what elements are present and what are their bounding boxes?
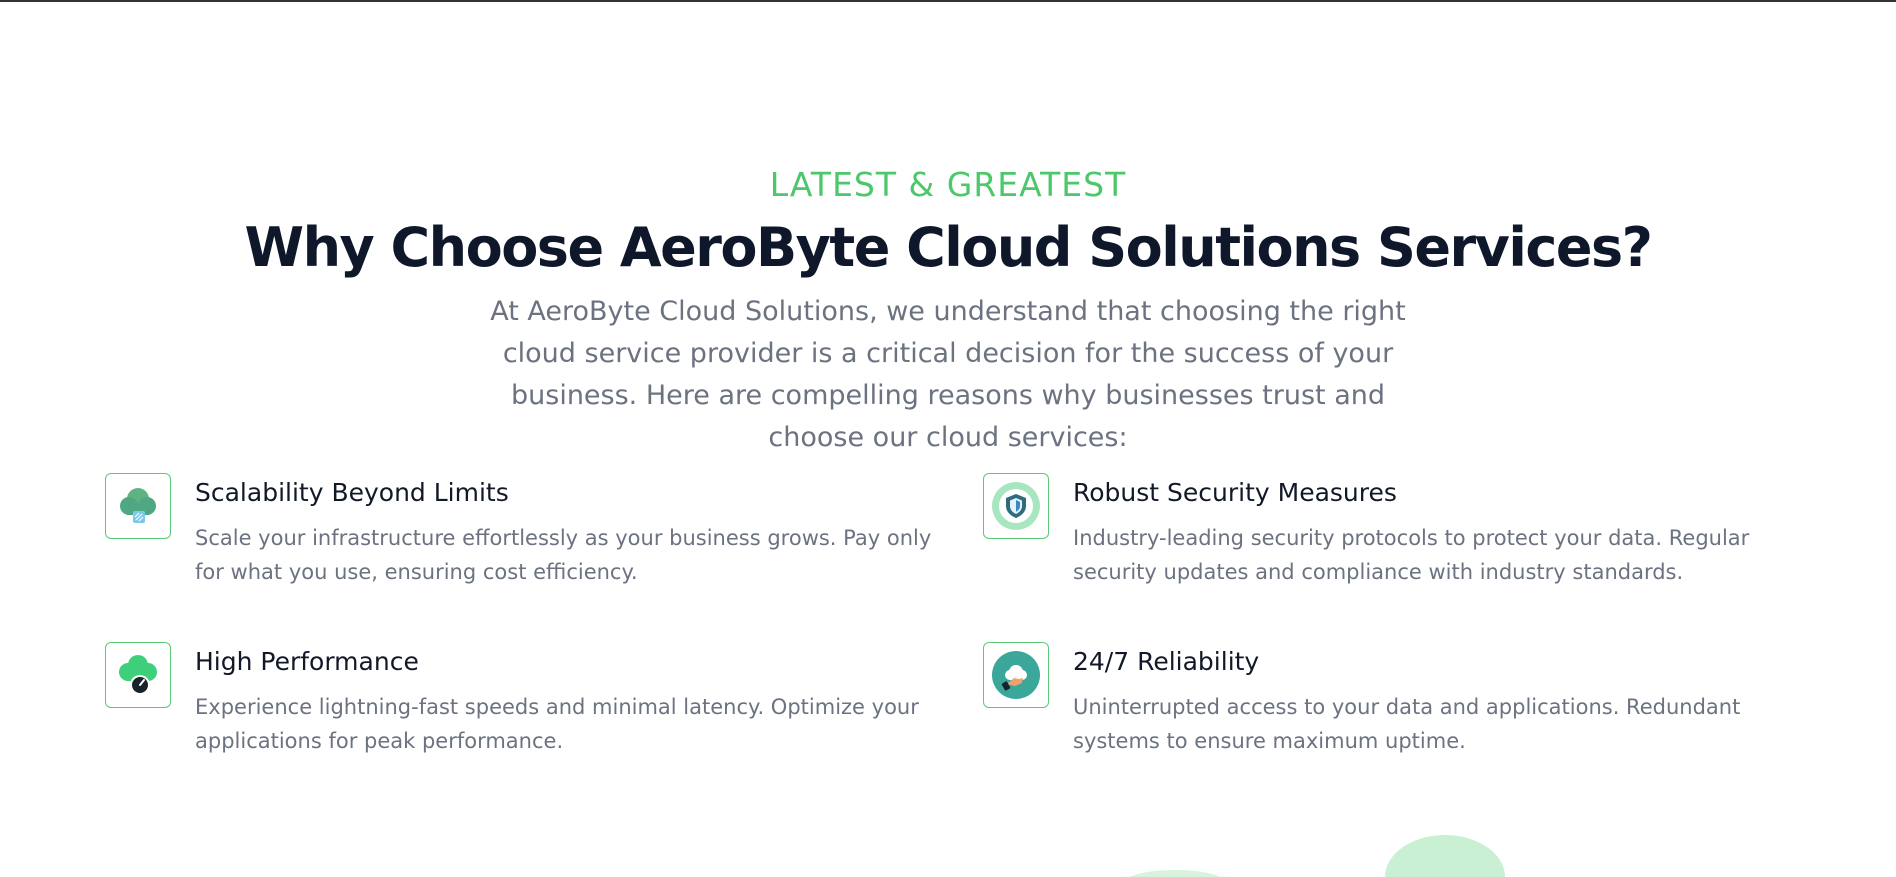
decorative-blob-shapes <box>1129 835 1505 877</box>
why-choose-section: LATEST & GREATEST Why Choose AeroByte Cl… <box>0 2 1896 877</box>
